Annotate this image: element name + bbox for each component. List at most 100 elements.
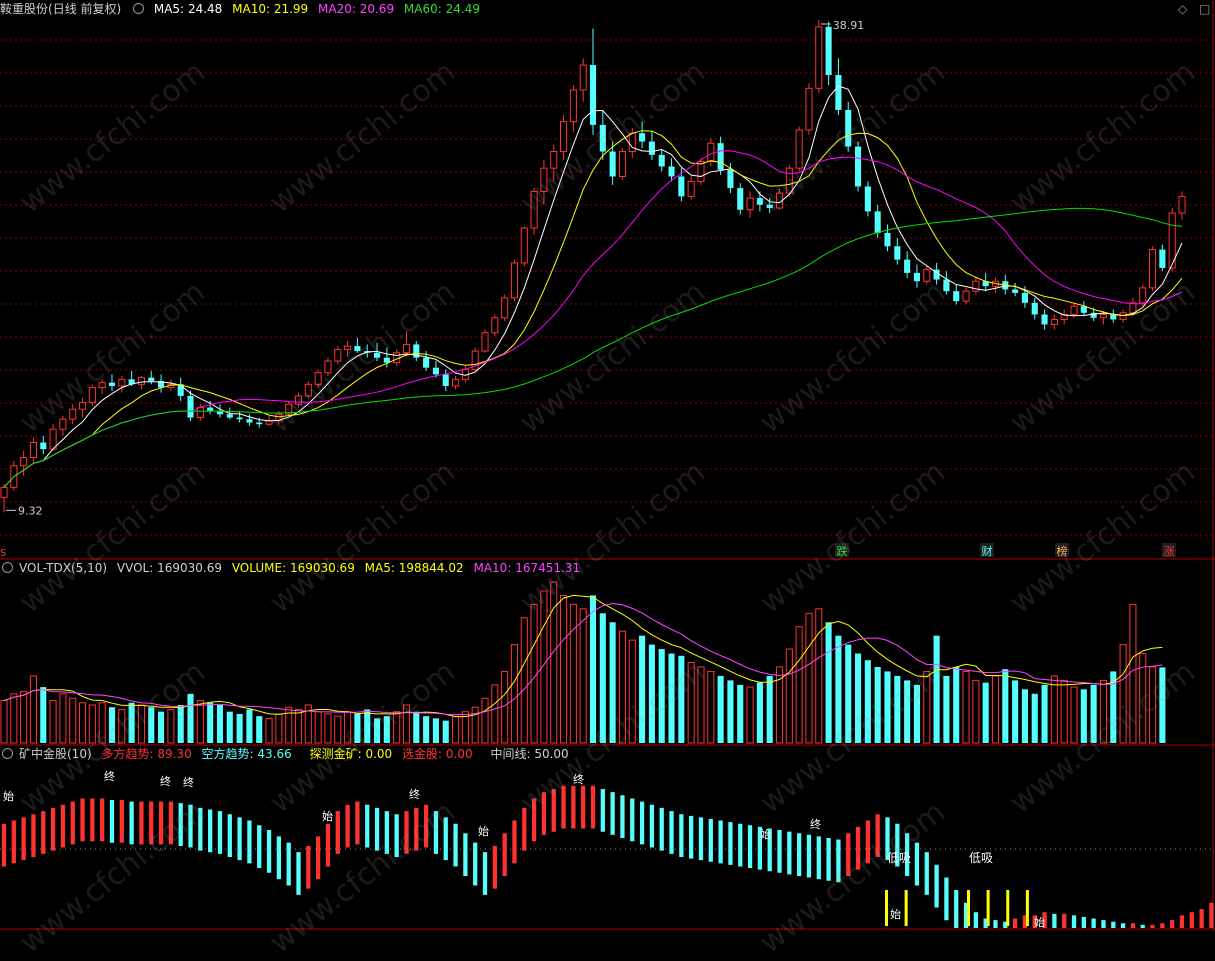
volume-bar	[560, 594, 568, 744]
candle-body	[864, 186, 871, 212]
candle-body	[226, 414, 233, 418]
volume-bar	[29, 675, 37, 744]
candle-body	[962, 290, 970, 302]
probe-bar	[1025, 890, 1029, 926]
chart-mode: (日线 前复权)	[48, 2, 122, 16]
start-mark: 始	[478, 824, 489, 838]
low-buy-label: 低吸	[969, 851, 993, 865]
vol-name[interactable]: VOL-TDX(5,10)	[19, 561, 107, 575]
candle-body	[432, 367, 439, 375]
start-mark: 始	[322, 809, 333, 823]
volume-bar	[962, 670, 970, 744]
candle-body	[884, 232, 891, 247]
volume-bar	[805, 612, 813, 744]
volume-bar	[207, 702, 214, 743]
candle-body	[520, 227, 528, 264]
ma5-value: 24.48	[187, 2, 223, 16]
volume-bar	[579, 608, 587, 744]
bear-label: 空方趋势:	[201, 747, 254, 761]
volume-bar	[324, 713, 332, 744]
candle-body	[658, 154, 665, 167]
volume-bar	[501, 670, 509, 744]
candle-body	[579, 64, 587, 91]
candle-body	[108, 382, 116, 386]
vol-ma10-value: 167451.31	[515, 561, 581, 575]
diamond-icon[interactable]: ◇	[1178, 0, 1187, 18]
volume-bar	[815, 608, 823, 744]
candle-body	[618, 151, 626, 177]
volume-bar	[756, 682, 763, 743]
ma60-line	[3, 207, 1183, 488]
volume-bar	[177, 704, 184, 743]
volume-bar	[1050, 675, 1058, 744]
candle-body	[589, 65, 597, 125]
candle-body	[20, 456, 28, 467]
ma60-value: 24.49	[445, 2, 480, 16]
candle-body	[1012, 289, 1019, 293]
candle-body	[29, 441, 37, 458]
volume-bar	[20, 691, 28, 744]
candle-body	[501, 297, 509, 319]
candle-body	[668, 166, 675, 177]
candle-body	[815, 26, 823, 89]
maximize-icon[interactable]: □	[1199, 0, 1210, 18]
bull-value: 89.30	[157, 747, 192, 761]
volume-bar	[294, 708, 303, 744]
main-legend: 鞍重股份(日线 前复权) MA5: 24.48 MA10: 21.99 MA20…	[0, 0, 486, 18]
candle-body	[1099, 313, 1108, 319]
candle-body	[1080, 306, 1087, 313]
volume-bar	[432, 718, 439, 743]
candle-body	[59, 418, 67, 430]
ind-name[interactable]: 矿中金股(10)	[19, 747, 92, 761]
ma10-label: MA10:	[232, 2, 270, 16]
candle-body	[687, 180, 695, 197]
volume-bar	[491, 684, 499, 744]
candle-body	[1070, 305, 1078, 315]
volume-bar	[1012, 680, 1019, 743]
volume-bar	[510, 644, 519, 744]
volume-bar	[226, 711, 233, 743]
left-marker: S	[0, 548, 6, 559]
ma20-label: MA20:	[318, 2, 356, 16]
volume-bar	[40, 687, 47, 743]
probe-bar	[1006, 890, 1010, 926]
candle-body	[678, 176, 685, 197]
candle-body	[805, 87, 813, 131]
candle-body	[423, 357, 430, 368]
candle-body	[825, 26, 832, 76]
candle-body	[746, 197, 754, 211]
ma20-value: 20.69	[359, 2, 395, 16]
candle-body	[874, 211, 881, 233]
volume-bar	[265, 717, 273, 744]
end-mark: 终	[409, 787, 420, 801]
vvol-label: VVOL:	[116, 561, 154, 575]
volume-bar	[520, 617, 528, 744]
volume-bar	[785, 648, 793, 744]
start-mark: 始	[760, 827, 771, 841]
volume-bar	[10, 693, 18, 744]
mid-value: 50.00	[534, 747, 569, 761]
vol-settings-circle-icon[interactable]	[2, 562, 13, 573]
volume-bar	[471, 706, 479, 744]
candle-body	[442, 374, 449, 386]
volume-bar	[236, 713, 243, 743]
volume-bar	[187, 693, 194, 743]
volume-bar	[423, 716, 430, 743]
candle-body	[481, 332, 489, 352]
volume-bar	[717, 675, 724, 743]
volume-bar	[1041, 684, 1048, 743]
probe-bar	[885, 890, 888, 926]
volume-bar	[0, 700, 8, 744]
event-tag: 涨	[1164, 545, 1175, 558]
candle-body	[491, 317, 499, 334]
volume-bar	[991, 675, 1000, 744]
candle-body	[894, 246, 901, 260]
vol-ma5-label: MA5:	[364, 561, 395, 575]
stock-name[interactable]: 鞍重股份	[0, 2, 48, 16]
volume-bar	[737, 684, 744, 743]
ind-settings-circle-icon[interactable]	[2, 748, 13, 759]
volume-legend: VOL-TDX(5,10) VVOL: 169030.69 VOLUME: 16…	[0, 559, 586, 577]
volume-bar	[795, 626, 803, 744]
probe-label: 探测金矿:	[309, 747, 362, 761]
settings-circle-icon[interactable]	[133, 3, 145, 14]
